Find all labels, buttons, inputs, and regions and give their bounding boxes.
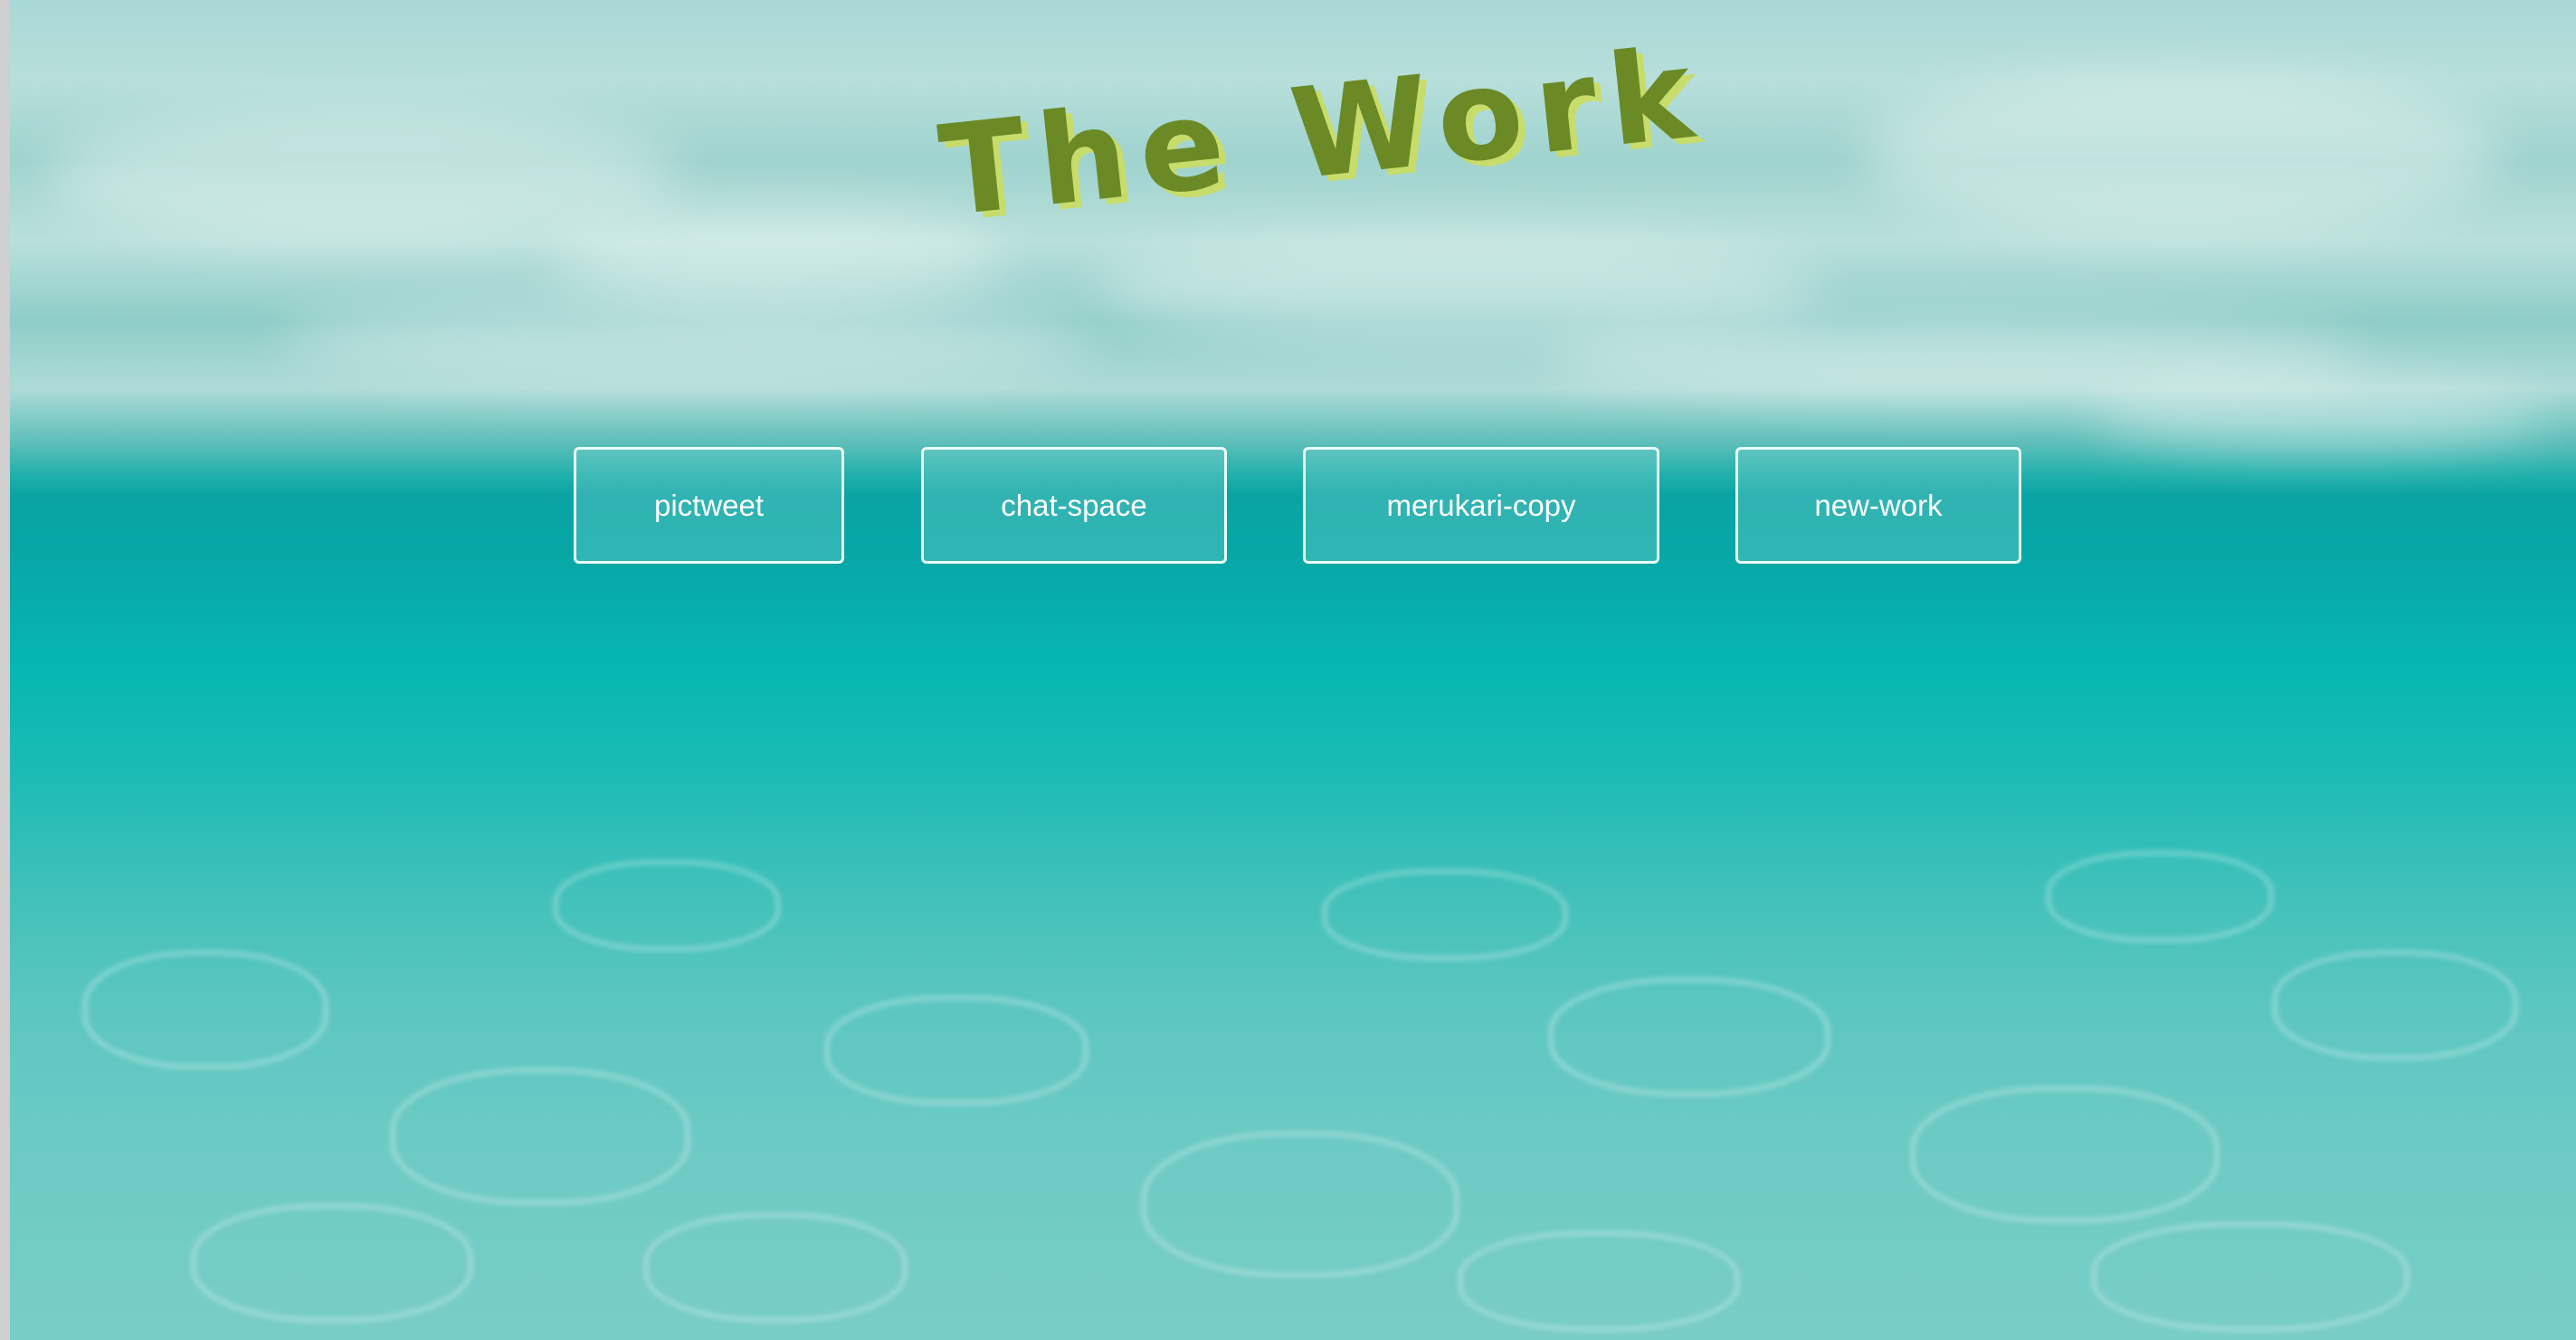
nav-button-pictweet[interactable]: pictweet — [574, 447, 844, 564]
nav-button-new-work[interactable]: new-work — [1735, 447, 2021, 564]
nav-button-merukari-copy[interactable]: merukari-copy — [1303, 447, 1659, 564]
browser-left-edge — [0, 0, 10, 1340]
title-container: The Work — [934, 20, 1712, 299]
nav-button-chat-space[interactable]: chat-space — [921, 447, 1227, 564]
work-nav: pictweet chat-space merukari-copy new-wo… — [0, 447, 2576, 567]
